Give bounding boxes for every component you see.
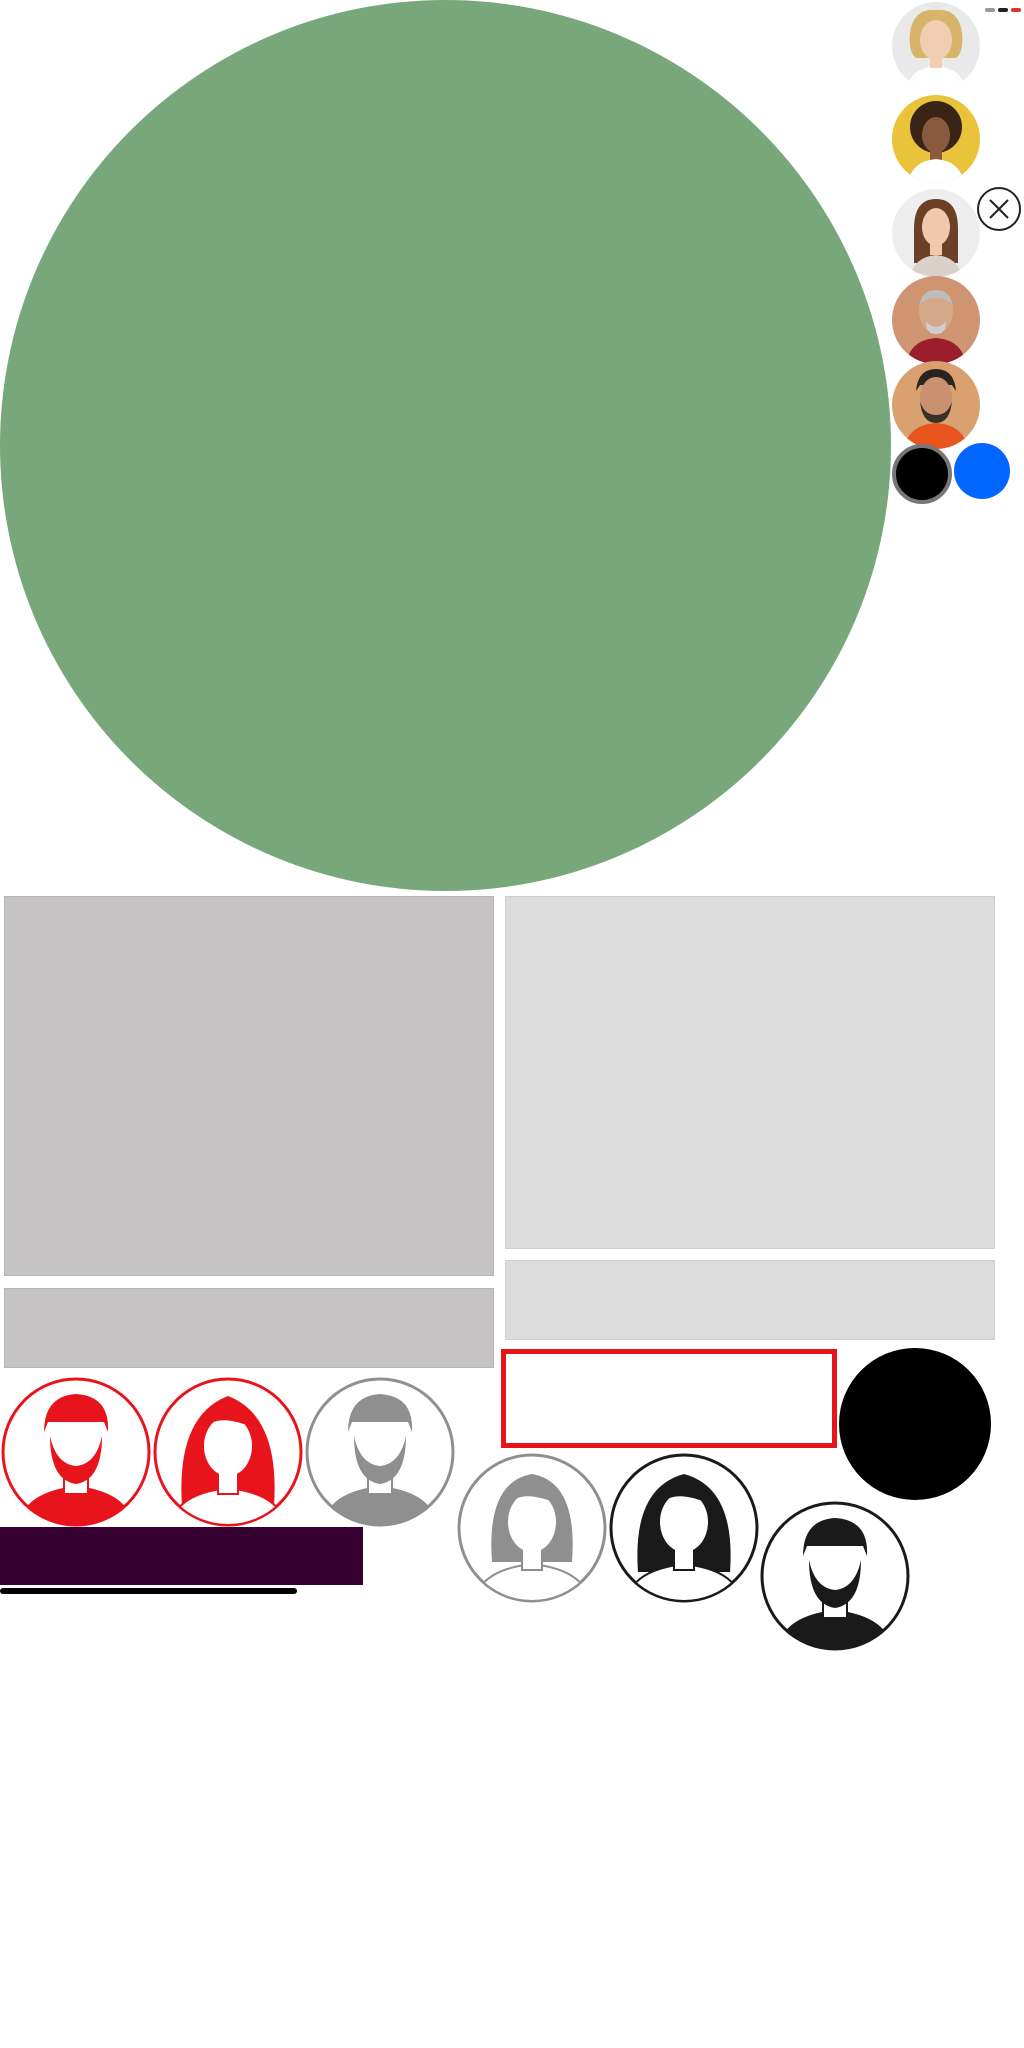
close-button[interactable] (977, 187, 1021, 231)
profile-photo-bearded-man[interactable] (892, 361, 980, 449)
profile-photo-woman-brown-hair[interactable] (892, 189, 980, 277)
female-black-icon[interactable] (608, 1452, 760, 1604)
female-gray-icon[interactable] (456, 1452, 608, 1604)
caption-placeholder-left (4, 1288, 494, 1368)
male-red-icon[interactable] (0, 1376, 152, 1528)
female-red-icon[interactable] (152, 1376, 304, 1528)
profile-photo-older-man[interactable] (892, 276, 980, 364)
profile-photo-woman-blonde[interactable] (892, 2, 980, 90)
image-placeholder-right (505, 896, 995, 1249)
profile-photo-woman-curly-hair[interactable] (892, 95, 980, 183)
black-color-swatch[interactable] (892, 444, 952, 504)
male-black-icon[interactable] (759, 1500, 911, 1652)
caption-placeholder-right (505, 1260, 995, 1340)
large-green-circle (0, 0, 891, 891)
male-gray-icon[interactable] (304, 1376, 456, 1528)
blue-color-swatch[interactable] (954, 443, 1010, 499)
image-placeholder-left (4, 896, 494, 1276)
purple-bar (0, 1527, 363, 1585)
black-circle (839, 1348, 991, 1500)
horizontal-scrollbar[interactable] (0, 1588, 297, 1594)
red-outlined-box[interactable] (501, 1349, 837, 1448)
close-icon (989, 199, 1009, 219)
window-dots (984, 0, 1024, 12)
